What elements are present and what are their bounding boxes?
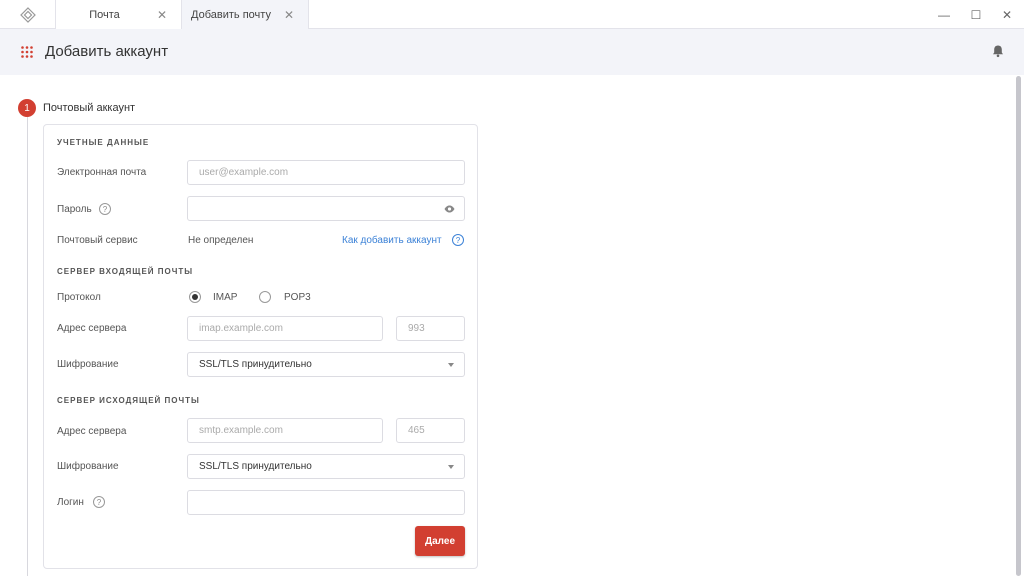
outgoing-server-label: Адрес сервера bbox=[57, 426, 127, 437]
show-password-eye-icon[interactable] bbox=[444, 205, 455, 213]
incoming-server-field[interactable]: imap.example.com bbox=[187, 316, 383, 341]
email-field[interactable]: user@example.com bbox=[187, 160, 465, 185]
how-to-add-help-icon[interactable]: ? bbox=[452, 234, 464, 246]
step-line bbox=[27, 117, 28, 576]
incoming-encryption-label: Шифрование bbox=[57, 359, 119, 370]
outgoing-encryption-select[interactable]: SSL/TLS принудительно bbox=[187, 454, 465, 479]
scrollbar[interactable] bbox=[1016, 76, 1022, 576]
tab-mail[interactable]: Почта ✕ bbox=[56, 0, 182, 29]
tab-close-icon[interactable]: ✕ bbox=[284, 8, 294, 22]
page-title: Добавить аккаунт bbox=[45, 43, 169, 60]
outgoing-encryption-label: Шифрование bbox=[57, 461, 119, 472]
radio-pop3[interactable] bbox=[259, 291, 271, 303]
section-title-incoming: СЕРВЕР ВХОДЯЩЕЙ ПОЧТЫ bbox=[57, 267, 194, 276]
maximize-button[interactable]: ☐ bbox=[961, 0, 991, 29]
tab-close-icon[interactable]: ✕ bbox=[157, 8, 167, 22]
section-title-credentials: УЧЕТНЫЕ ДАННЫЕ bbox=[57, 138, 150, 147]
next-button[interactable]: Далее bbox=[415, 526, 465, 556]
outgoing-port-placeholder: 465 bbox=[408, 425, 425, 436]
email-placeholder: user@example.com bbox=[199, 167, 289, 178]
radio-pop3-label[interactable]: POP3 bbox=[284, 292, 311, 303]
outgoing-encryption-value: SSL/TLS принудительно bbox=[199, 461, 312, 472]
login-label: Логин bbox=[57, 497, 84, 508]
page-header: Добавить аккаунт bbox=[0, 29, 1024, 75]
chevron-down-icon bbox=[448, 465, 454, 469]
tab-add-mail[interactable]: Добавить почту ✕ bbox=[182, 0, 309, 29]
section-title-outgoing: СЕРВЕР ИСХОДЯЩЕЙ ПОЧТЫ bbox=[57, 396, 200, 405]
radio-imap-label[interactable]: IMAP bbox=[213, 292, 237, 303]
step-title: Почтовый аккаунт bbox=[43, 102, 136, 114]
outgoing-server-placeholder: smtp.example.com bbox=[199, 425, 283, 436]
login-field[interactable] bbox=[187, 490, 465, 515]
chevron-down-icon bbox=[448, 363, 454, 367]
scrollbar-thumb[interactable] bbox=[1016, 76, 1021, 576]
password-label: Пароль bbox=[57, 204, 92, 215]
incoming-encryption-select[interactable]: SSL/TLS принудительно bbox=[187, 352, 465, 377]
email-label: Электронная почта bbox=[57, 167, 147, 178]
app-logo-icon bbox=[0, 0, 56, 29]
incoming-server-placeholder: imap.example.com bbox=[199, 323, 283, 334]
radio-imap[interactable] bbox=[189, 291, 201, 303]
apps-grid-icon[interactable] bbox=[21, 46, 33, 58]
incoming-port-placeholder: 993 bbox=[408, 323, 425, 334]
close-window-button[interactable]: ✕ bbox=[992, 0, 1022, 29]
password-field[interactable] bbox=[187, 196, 465, 221]
tab-label: Почта bbox=[89, 8, 120, 21]
login-help-icon[interactable]: ? bbox=[93, 496, 105, 508]
outgoing-server-field[interactable]: smtp.example.com bbox=[187, 418, 383, 443]
protocol-label: Протокол bbox=[57, 292, 101, 303]
tab-label: Добавить почту bbox=[191, 8, 271, 21]
incoming-port-field[interactable]: 993 bbox=[396, 316, 465, 341]
mail-service-label: Почтовый сервис bbox=[57, 235, 138, 246]
outgoing-port-field[interactable]: 465 bbox=[396, 418, 465, 443]
how-to-add-account-link[interactable]: Как добавить аккаунт bbox=[342, 235, 442, 246]
incoming-server-label: Адрес сервера bbox=[57, 323, 127, 334]
minimize-button[interactable]: — bbox=[929, 0, 959, 29]
mail-service-value: Не определен bbox=[188, 235, 254, 246]
password-help-icon[interactable]: ? bbox=[99, 203, 111, 215]
bell-icon[interactable] bbox=[991, 44, 1005, 58]
title-bar: Почта ✕ Добавить почту ✕ — ☐ ✕ bbox=[0, 0, 1024, 29]
incoming-encryption-value: SSL/TLS принудительно bbox=[199, 359, 312, 370]
step-number-badge: 1 bbox=[18, 99, 36, 117]
